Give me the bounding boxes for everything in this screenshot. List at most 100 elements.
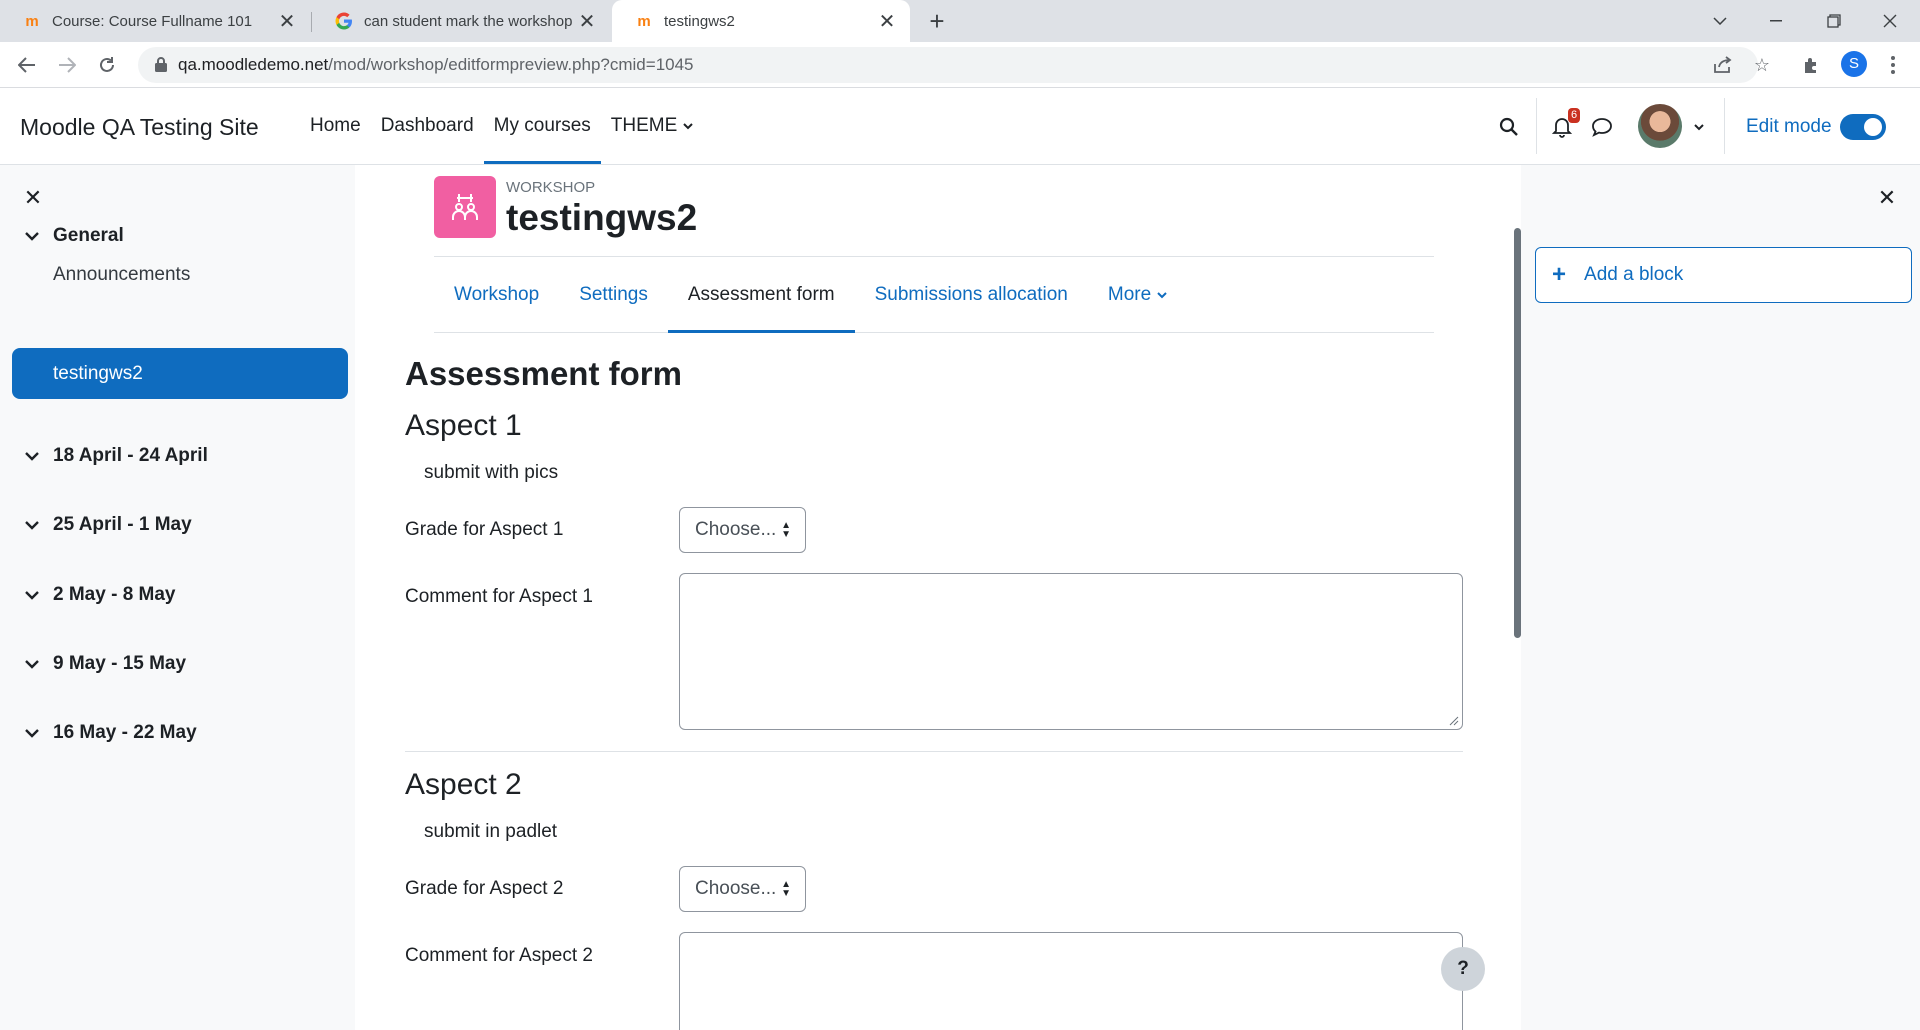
nav-dashboard[interactable]: Dashboard <box>371 88 484 164</box>
section-week[interactable]: 18 April - 24 April <box>22 442 208 470</box>
chevron-down-icon[interactable] <box>22 590 42 600</box>
chevron-down-icon <box>683 119 693 133</box>
nav-home[interactable]: Home <box>300 88 371 164</box>
reload-icon[interactable] <box>92 50 122 80</box>
forward-arrow-icon[interactable] <box>52 50 82 80</box>
tab-search-icon[interactable] <box>1692 0 1748 42</box>
chevron-down-icon[interactable] <box>22 659 42 669</box>
browser-toolbar: qa.moodledemo.net/mod/workshop/editformp… <box>0 42 1920 88</box>
scrollbar-thumb[interactable] <box>1514 228 1521 638</box>
page-title: testingws2 <box>506 197 698 238</box>
browser-tab-active[interactable]: m testingws2 ✕ <box>612 0 910 42</box>
close-icon[interactable]: ✕ <box>18 183 48 213</box>
help-button[interactable]: ? <box>1441 947 1485 991</box>
address-bar[interactable]: qa.moodledemo.net/mod/workshop/editformp… <box>138 47 1758 83</box>
section-week[interactable]: 2 May - 8 May <box>22 581 176 609</box>
section-title: 16 May - 22 May <box>53 722 197 743</box>
activity-type-label: WORKSHOP <box>506 179 596 196</box>
new-tab-button[interactable]: + <box>922 6 952 36</box>
site-name[interactable]: Moodle QA Testing Site <box>20 114 259 141</box>
tab-workshop[interactable]: Workshop <box>434 257 559 332</box>
url-path: /mod/workshop/editformpreview.php?cmid=1… <box>328 55 694 74</box>
search-icon[interactable] <box>1496 114 1522 140</box>
minimize-icon[interactable] <box>1748 0 1804 42</box>
chevron-down-icon[interactable] <box>22 728 42 738</box>
plus-icon: + <box>1552 261 1567 288</box>
grade-select[interactable]: Choose... ▲ ▼ <box>679 507 806 553</box>
section-general[interactable]: General <box>22 222 124 250</box>
close-icon[interactable]: ✕ <box>276 9 298 34</box>
chevron-down-icon[interactable] <box>22 231 42 241</box>
lock-icon <box>154 56 168 78</box>
comment-textarea[interactable] <box>679 932 1463 1030</box>
browser-menu-icon[interactable] <box>1880 52 1906 78</box>
close-icon[interactable]: ✕ <box>1872 183 1902 213</box>
browser-tab-course[interactable]: m Course: Course Fullname 101 ✕ <box>0 0 310 42</box>
course-index-item-active[interactable]: testingws2 <box>12 348 348 399</box>
tab-title: Course: Course Fullname 101 <box>52 12 253 30</box>
tab-settings[interactable]: Settings <box>559 257 668 332</box>
edit-mode-label[interactable]: Edit mode <box>1746 116 1832 138</box>
aspect-description: submit with pics <box>424 462 559 483</box>
divider <box>1536 98 1537 154</box>
moodle-favicon-icon: m <box>637 12 651 30</box>
add-block-label: Add a block <box>1584 264 1684 285</box>
tab-title: can student mark the workshop a <box>364 12 576 30</box>
tab-title: testingws2 <box>664 12 735 30</box>
url-domain: qa.moodledemo.net <box>178 55 329 74</box>
section-week[interactable]: 25 April - 1 May <box>22 511 192 539</box>
select-arrows-icon: ▲ ▼ <box>781 879 791 899</box>
grade-label: Grade for Aspect 2 <box>405 878 564 899</box>
nav-theme[interactable]: THEME <box>601 88 704 164</box>
back-arrow-icon[interactable] <box>12 50 42 80</box>
chevron-down-icon[interactable] <box>1686 114 1712 140</box>
course-index-item-announcements[interactable]: Announcements <box>53 264 190 286</box>
notification-badge: 6 <box>1568 108 1581 123</box>
nav-my-courses[interactable]: My courses <box>483 88 601 164</box>
browser-tab-google[interactable]: can student mark the workshop a ✕ <box>312 0 610 42</box>
moodle-navbar: Moodle QA Testing Site Home Dashboard My… <box>0 88 1920 165</box>
main-content: WORKSHOP testingws2 Workshop Settings As… <box>355 165 1510 1030</box>
nav-theme-label: THEME <box>610 115 678 136</box>
section-week[interactable]: 9 May - 15 May <box>22 650 186 678</box>
chevron-down-icon <box>1157 288 1167 302</box>
block-drawer: ✕ + Add a block <box>1521 165 1920 1030</box>
messages-icon[interactable] <box>1589 114 1615 140</box>
tab-submissions-allocation[interactable]: Submissions allocation <box>855 257 1088 332</box>
select-arrows-icon: ▲ ▼ <box>781 520 791 540</box>
section-week[interactable]: 16 May - 22 May <box>22 719 197 747</box>
bookmark-star-icon[interactable]: ☆ <box>1749 52 1775 78</box>
section-title: 2 May - 8 May <box>53 584 176 605</box>
aspect-description: submit in padlet <box>424 821 558 842</box>
grade-select-value: Choose... <box>695 878 777 899</box>
profile-avatar[interactable]: S <box>1841 51 1867 77</box>
edit-mode-toggle[interactable] <box>1840 114 1886 140</box>
close-icon[interactable]: ✕ <box>576 9 598 34</box>
close-icon[interactable]: ✕ <box>876 9 898 34</box>
grade-select[interactable]: Choose... ▲ ▼ <box>679 866 806 912</box>
user-avatar[interactable] <box>1638 104 1682 148</box>
section-title: 18 April - 24 April <box>53 445 208 466</box>
aspect-heading: Aspect 2 <box>405 768 522 801</box>
course-index-drawer: ✕ General Announcements testingws2 18 Ap… <box>0 165 355 1030</box>
restore-icon[interactable] <box>1806 0 1862 42</box>
divider <box>1724 98 1725 154</box>
chevron-down-icon[interactable] <box>22 520 42 530</box>
extensions-icon[interactable] <box>1798 52 1824 78</box>
share-icon[interactable] <box>1710 52 1736 78</box>
resize-grip-icon[interactable] <box>1449 716 1459 726</box>
tab-more-label: More <box>1107 283 1152 305</box>
form-heading: Assessment form <box>405 355 682 392</box>
moodle-favicon-icon: m <box>25 12 39 30</box>
aspect-heading: Aspect 1 <box>405 409 522 442</box>
comment-label: Comment for Aspect 2 <box>405 945 593 966</box>
grade-label: Grade for Aspect 1 <box>405 519 564 540</box>
comment-label: Comment for Aspect 1 <box>405 586 593 607</box>
add-block-button[interactable]: + Add a block <box>1535 247 1912 303</box>
grade-select-value: Choose... <box>695 519 777 540</box>
window-close-icon[interactable] <box>1862 0 1918 42</box>
chevron-down-icon[interactable] <box>22 451 42 461</box>
comment-textarea[interactable] <box>679 573 1463 730</box>
tab-more[interactable]: More <box>1088 257 1187 332</box>
tab-assessment-form[interactable]: Assessment form <box>667 257 855 333</box>
